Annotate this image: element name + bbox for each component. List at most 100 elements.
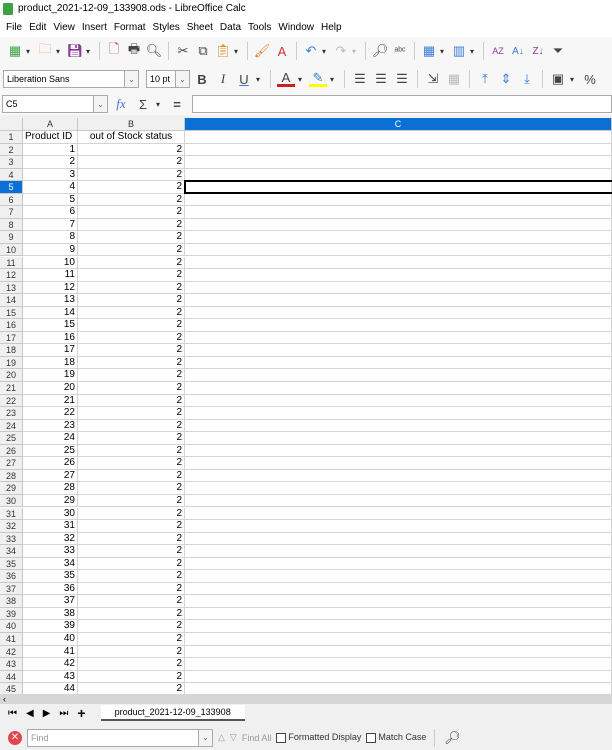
cell-stock-status[interactable]: 2	[78, 557, 185, 571]
cell-stock-status[interactable]: 2	[78, 269, 185, 282]
cell-product-id[interactable]: 30	[23, 507, 78, 521]
row-header[interactable]: 9	[0, 231, 23, 244]
row-header[interactable]: 40	[0, 620, 23, 633]
cell-stock-status[interactable]: 2	[78, 256, 185, 270]
cell-product-id[interactable]: 31	[23, 520, 78, 533]
find-next-icon[interactable]: ▽	[230, 732, 237, 743]
cell-stock-status[interactable]: 2	[78, 231, 185, 244]
cell-stock-status[interactable]: 2	[78, 457, 185, 470]
cell-product-id[interactable]: 34	[23, 557, 78, 571]
horizontal-scrollbar[interactable]: ‹	[0, 694, 612, 704]
cell-stock-status[interactable]: 2	[78, 243, 185, 257]
cell-product-id[interactable]: 18	[23, 356, 78, 370]
column-header-c[interactable]: C	[185, 118, 612, 131]
cell-c[interactable]	[185, 419, 612, 433]
underline-button[interactable]: U	[235, 69, 253, 89]
find-replace-icon[interactable]: 🔎︎	[371, 41, 389, 61]
cell-c[interactable]	[185, 306, 612, 320]
cell-c[interactable]	[185, 444, 612, 458]
cell-c[interactable]	[185, 394, 612, 408]
underline-dropdown-icon[interactable]: ▾	[256, 75, 264, 84]
cell-stock-status[interactable]: 2	[78, 143, 185, 157]
cell-c[interactable]	[185, 607, 612, 621]
cell-product-id[interactable]: 16	[23, 331, 78, 345]
cell-c[interactable]	[185, 156, 612, 169]
row-header[interactable]: 44	[0, 670, 23, 684]
sort-icon[interactable]: AZ	[489, 41, 507, 61]
row-header[interactable]: 38	[0, 595, 23, 608]
cell-product-id[interactable]: 6	[23, 206, 78, 219]
cell-stock-status[interactable]: 2	[78, 532, 185, 546]
cell-product-id[interactable]: 21	[23, 394, 78, 408]
italic-button[interactable]: I	[214, 69, 232, 89]
formatted-display-checkbox[interactable]: Formatted Display	[276, 732, 361, 743]
cell-product-id[interactable]: 35	[23, 570, 78, 583]
row-header[interactable]: 1	[0, 131, 23, 144]
cell-product-id[interactable]: 2	[23, 156, 78, 169]
cell-stock-status[interactable]: 2	[78, 419, 185, 433]
chevron-down-icon[interactable]: ⌄	[93, 96, 107, 112]
cell-c[interactable]	[185, 532, 612, 546]
cell-c[interactable]	[185, 494, 612, 508]
row-header[interactable]: 17	[0, 331, 23, 345]
cell-stock-status[interactable]: 2	[78, 394, 185, 408]
cell-c[interactable]	[185, 369, 612, 382]
cell-stock-status[interactable]: 2	[78, 206, 185, 219]
cell-c[interactable]	[185, 231, 612, 244]
chevron-down-icon[interactable]: ⌄	[175, 71, 189, 87]
cell-c[interactable]	[185, 331, 612, 345]
currency-format-icon[interactable]: ▣	[549, 69, 567, 89]
font-name-combo[interactable]: Liberation Sans ⌄	[3, 70, 139, 88]
cell-product-id[interactable]: 1	[23, 143, 78, 157]
cell-stock-status[interactable]: 2	[78, 607, 185, 621]
row-header[interactable]: 33	[0, 532, 23, 546]
cell-c[interactable]	[185, 457, 612, 470]
row-header[interactable]: 24	[0, 419, 23, 433]
row-header[interactable]: 19	[0, 356, 23, 370]
cell-stock-status[interactable]: 2	[78, 570, 185, 583]
cell-product-id[interactable]: 7	[23, 218, 78, 232]
cell-c[interactable]	[185, 658, 612, 671]
sort-ascending-icon[interactable]: A↓	[509, 41, 527, 61]
cell-c[interactable]	[185, 633, 612, 646]
last-sheet-icon[interactable]: ⏭	[59, 708, 68, 719]
cell-stock-status[interactable]: 2	[78, 218, 185, 232]
open-dropdown-icon[interactable]: ▾	[56, 47, 64, 56]
highlight-color-icon[interactable]: ✎	[309, 70, 327, 87]
redo-dropdown-icon[interactable]: ▾	[352, 47, 360, 56]
open-folder-icon[interactable]: 🗀	[36, 41, 54, 61]
row-header[interactable]: 14	[0, 294, 23, 307]
menu-edit[interactable]: Edit	[27, 22, 51, 33]
undo-icon[interactable]: ↶	[302, 41, 320, 61]
row-header[interactable]: 43	[0, 658, 23, 671]
cell-product-id[interactable]: 33	[23, 545, 78, 558]
cell-stock-status[interactable]: 2	[78, 620, 185, 633]
new-spreadsheet-icon[interactable]: ▦	[6, 41, 24, 61]
cell-c[interactable]	[185, 582, 612, 596]
save-icon[interactable]: 💾︎	[66, 41, 84, 61]
sort-descending-icon[interactable]: Z↓	[529, 41, 547, 61]
cell-product-id[interactable]: 32	[23, 532, 78, 546]
cell-stock-status[interactable]: 2	[78, 645, 185, 659]
column-icon[interactable]: ▥	[450, 41, 468, 61]
chevron-down-icon[interactable]: ⌄	[124, 71, 138, 87]
merge-cells-icon[interactable]: ▦	[445, 69, 463, 89]
menu-insert[interactable]: Insert	[80, 22, 112, 33]
row-header[interactable]: 35	[0, 557, 23, 571]
cell-product-id[interactable]: 24	[23, 432, 78, 445]
cut-icon[interactable]: ✂	[174, 41, 192, 61]
cell-stock-status[interactable]: 2	[78, 658, 185, 671]
row-header[interactable]: 5	[0, 181, 23, 194]
cell-c[interactable]	[185, 645, 612, 659]
cell-product-id[interactable]: 10	[23, 256, 78, 270]
menu-help[interactable]: Help	[319, 22, 347, 33]
cell-c[interactable]	[185, 269, 612, 282]
font-color-dropdown-icon[interactable]: ▾	[298, 75, 306, 84]
cell-c[interactable]	[185, 319, 612, 332]
find-replace-icon[interactable]: 🔎︎	[443, 728, 461, 748]
autofilter-icon[interactable]: ⏷	[549, 41, 567, 61]
row-header[interactable]: 7	[0, 206, 23, 219]
row-header[interactable]: 28	[0, 469, 23, 483]
cell-product-id[interactable]: 41	[23, 645, 78, 659]
cell-a1[interactable]: Product ID	[23, 131, 78, 144]
